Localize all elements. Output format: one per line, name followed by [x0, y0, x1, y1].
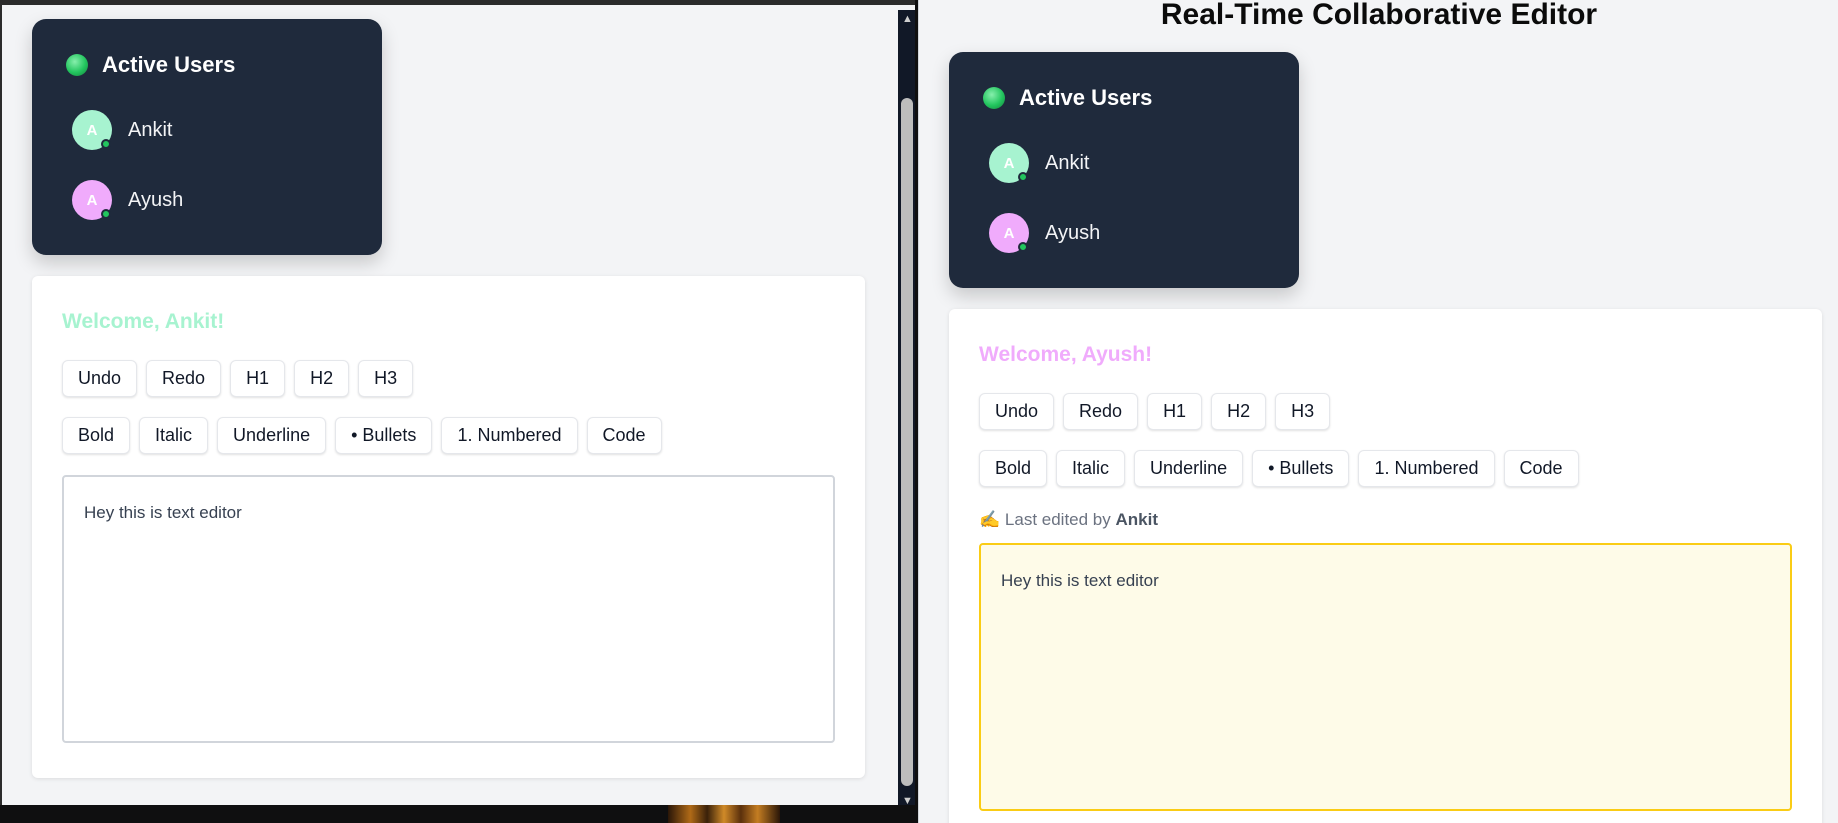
right-browser-window: Real-Time Collaborative Editor Active Us… [918, 0, 1838, 823]
code-button[interactable]: Code [1503, 450, 1579, 487]
last-edited-label: Last edited by [1004, 510, 1111, 529]
online-indicator-icon [101, 139, 111, 149]
avatar: A [989, 143, 1029, 183]
text-editor-area[interactable]: Hey this is text editor [62, 475, 835, 743]
redo-button[interactable]: Redo [1063, 393, 1139, 430]
online-status-icon [983, 87, 1005, 109]
bold-button[interactable]: Bold [62, 417, 131, 454]
heading1-button[interactable]: H1 [1147, 393, 1203, 430]
user-item-ayush: A Ayush [72, 180, 183, 220]
active-users-header: Active Users [983, 85, 1152, 111]
scrollbar-thumb[interactable] [901, 98, 913, 786]
last-edited-user: Ankit [1115, 510, 1159, 529]
user-item-ayush: A Ayush [989, 213, 1100, 253]
underline-button[interactable]: Underline [1134, 450, 1244, 487]
scroll-down-arrow-icon[interactable]: ▼ [898, 792, 915, 805]
active-users-panel: Active Users A Ankit A Ayush [32, 19, 382, 255]
online-indicator-icon [1018, 242, 1028, 252]
undo-button[interactable]: Undo [979, 393, 1055, 430]
user-name: Ankit [128, 118, 173, 141]
active-users-title: Active Users [1019, 85, 1153, 110]
vertical-scrollbar[interactable]: ▲ ▼ [898, 10, 915, 805]
online-indicator-icon [101, 209, 111, 219]
user-name: Ayush [128, 188, 184, 211]
active-users-header: Active Users [66, 52, 235, 78]
left-browser-window: Active Users A Ankit A Ayush Welcome, An… [0, 0, 915, 805]
welcome-message: Welcome, Ankit! [62, 310, 225, 333]
avatar-initial: A [1003, 224, 1015, 242]
avatar: A [72, 110, 112, 150]
user-name: Ayush [1045, 221, 1101, 244]
desktop-wallpaper [668, 804, 780, 823]
bullets-button[interactable]: • Bullets [335, 417, 433, 454]
text-editor-area[interactable]: Hey this is text editor [979, 543, 1792, 811]
editor-card: Welcome, Ankit! Undo Redo H1 H2 H3 Bold … [32, 276, 865, 778]
code-button[interactable]: Code [586, 417, 662, 454]
avatar: A [989, 213, 1029, 253]
avatar-initial: A [86, 121, 98, 139]
bullets-button[interactable]: • Bullets [1252, 450, 1350, 487]
heading3-button[interactable]: H3 [1275, 393, 1331, 430]
toolbar-row-formatting: Bold Italic Underline • Bullets 1. Numbe… [62, 417, 662, 454]
toolbar-row-formatting: Bold Italic Underline • Bullets 1. Numbe… [979, 450, 1579, 487]
heading2-button[interactable]: H2 [294, 360, 350, 397]
heading2-button[interactable]: H2 [1211, 393, 1267, 430]
page-title: Real-Time Collaborative Editor [1160, 0, 1598, 31]
toolbar-row-history-headings: Undo Redo H1 H2 H3 [62, 360, 414, 397]
scroll-up-arrow-icon[interactable]: ▲ [898, 10, 915, 28]
user-item-ankit: A Ankit [989, 143, 1089, 183]
editor-content: Hey this is text editor [1001, 571, 1159, 590]
toolbar-row-history-headings: Undo Redo H1 H2 H3 [979, 393, 1331, 430]
editor-card: Welcome, Ayush! Undo Redo H1 H2 H3 Bold … [949, 309, 1822, 823]
heading3-button[interactable]: H3 [358, 360, 414, 397]
active-users-title: Active Users [102, 52, 236, 77]
italic-button[interactable]: Italic [139, 417, 209, 454]
numbered-list-button[interactable]: 1. Numbered [441, 417, 578, 454]
bold-button[interactable]: Bold [979, 450, 1048, 487]
welcome-message: Welcome, Ayush! [979, 343, 1153, 366]
avatar: A [72, 180, 112, 220]
online-indicator-icon [1018, 172, 1028, 182]
underline-button[interactable]: Underline [217, 417, 327, 454]
numbered-list-button[interactable]: 1. Numbered [1358, 450, 1495, 487]
active-users-panel: Active Users A Ankit A Ayush [949, 52, 1299, 288]
italic-button[interactable]: Italic [1056, 450, 1126, 487]
undo-button[interactable]: Undo [62, 360, 138, 397]
editor-content: Hey this is text editor [84, 503, 242, 522]
user-name: Ankit [1045, 151, 1090, 174]
avatar-initial: A [1003, 154, 1015, 172]
user-item-ankit: A Ankit [72, 110, 172, 150]
last-edited-indicator: ✍️ Last edited by Ankit [979, 510, 1158, 530]
writing-hand-icon: ✍️ [979, 510, 1001, 529]
redo-button[interactable]: Redo [146, 360, 222, 397]
online-status-icon [66, 54, 88, 76]
avatar-initial: A [86, 191, 98, 209]
heading1-button[interactable]: H1 [230, 360, 286, 397]
